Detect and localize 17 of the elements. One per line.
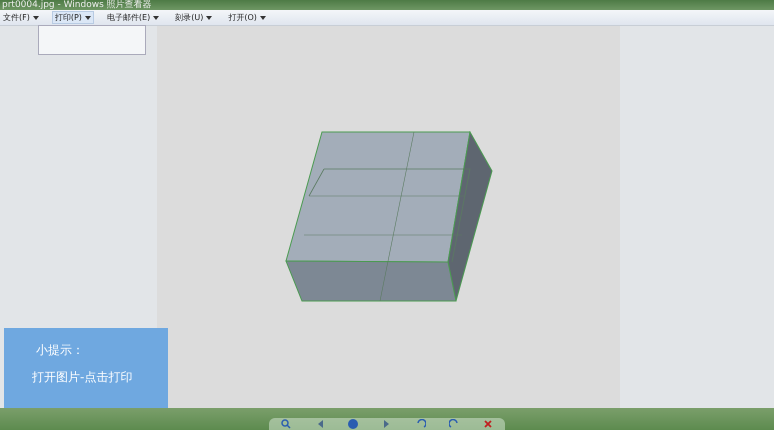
menu-item[interactable]: 刻录(U) (172, 11, 216, 24)
slideshow-icon[interactable] (348, 419, 358, 429)
delete-icon[interactable] (483, 419, 494, 429)
search-icon[interactable] (280, 419, 291, 429)
rotate-left-icon[interactable] (416, 419, 426, 429)
caret-icon (206, 16, 212, 20)
caret-icon (153, 16, 160, 20)
menu-item[interactable]: 打印(P) (52, 11, 94, 24)
menu-item[interactable]: 文件(F) (0, 11, 42, 24)
hint-title: 小提示： (35, 342, 85, 359)
caret-icon (32, 16, 39, 20)
hint-text: 打开图片-点击打印 (32, 369, 134, 386)
menu-item[interactable]: 打开(O) (225, 11, 269, 24)
menu-item[interactable]: 电子邮件(E) (104, 11, 162, 24)
rotate-right-icon[interactable] (449, 419, 460, 429)
caret-icon (84, 16, 91, 20)
caret-icon (260, 16, 266, 20)
